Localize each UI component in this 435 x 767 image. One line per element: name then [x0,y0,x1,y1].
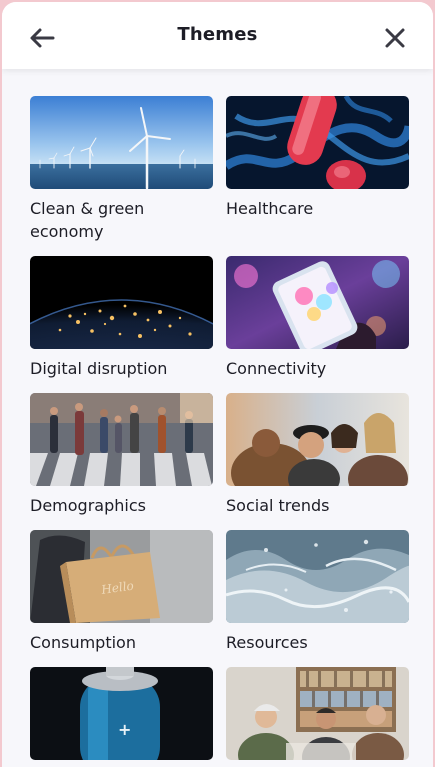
app-screen: Themes Clean & green economy Healthcare … [2,2,433,767]
theme-image [226,96,409,189]
bacteria-image [226,96,409,189]
theme-image [30,96,213,189]
crowd-crosswalk-image [30,393,213,486]
theme-card-demographics[interactable]: Demographics [30,393,213,517]
theme-card-healthcare[interactable]: Healthcare [226,96,409,220]
theme-label: Clean & green economy [30,199,145,241]
page-title: Themes [177,24,258,45]
theme-label: Resources [226,633,308,652]
earth-at-night-image [30,256,213,349]
theme-card-connectivity[interactable]: Connectivity [226,256,409,380]
theme-image [226,667,409,760]
theme-label: Demographics [30,496,146,515]
svg-text:+: + [118,720,131,739]
theme-card-digital-disruption[interactable]: Digital disruption [30,256,213,380]
smartphone-lights-image [226,256,409,349]
people-library-image [226,667,409,760]
close-icon [385,28,405,48]
theme-image: Hello [30,530,213,623]
theme-card-consumption[interactable]: Hello Consumption [30,530,213,654]
close-button[interactable] [379,22,411,54]
theme-label: Digital disruption [30,359,168,378]
theme-card-clean-green-economy[interactable]: Clean & green economy [30,96,213,243]
theme-image [226,393,409,486]
theme-image [226,256,409,349]
shopping-bag-image: Hello [30,530,213,623]
theme-image [30,256,213,349]
battery-image: + [30,667,213,760]
theme-card-people-library[interactable] [226,667,409,767]
themes-grid: Clean & green economy Healthcare Digital… [2,69,433,767]
theme-image [226,530,409,623]
header-bar: Themes [2,2,433,69]
theme-image: + [30,667,213,760]
theme-label: Consumption [30,633,136,652]
wind-turbines-image [30,96,213,189]
theme-card-social-trends[interactable]: Social trends [226,393,409,517]
theme-label: Social trends [226,496,330,515]
water-splash-image [226,530,409,623]
theme-card-battery[interactable]: + [30,667,213,767]
theme-label: Healthcare [226,199,314,218]
theme-image [30,393,213,486]
theme-card-resources[interactable]: Resources [226,530,409,654]
friends-group-image [226,393,409,486]
theme-label: Connectivity [226,359,327,378]
